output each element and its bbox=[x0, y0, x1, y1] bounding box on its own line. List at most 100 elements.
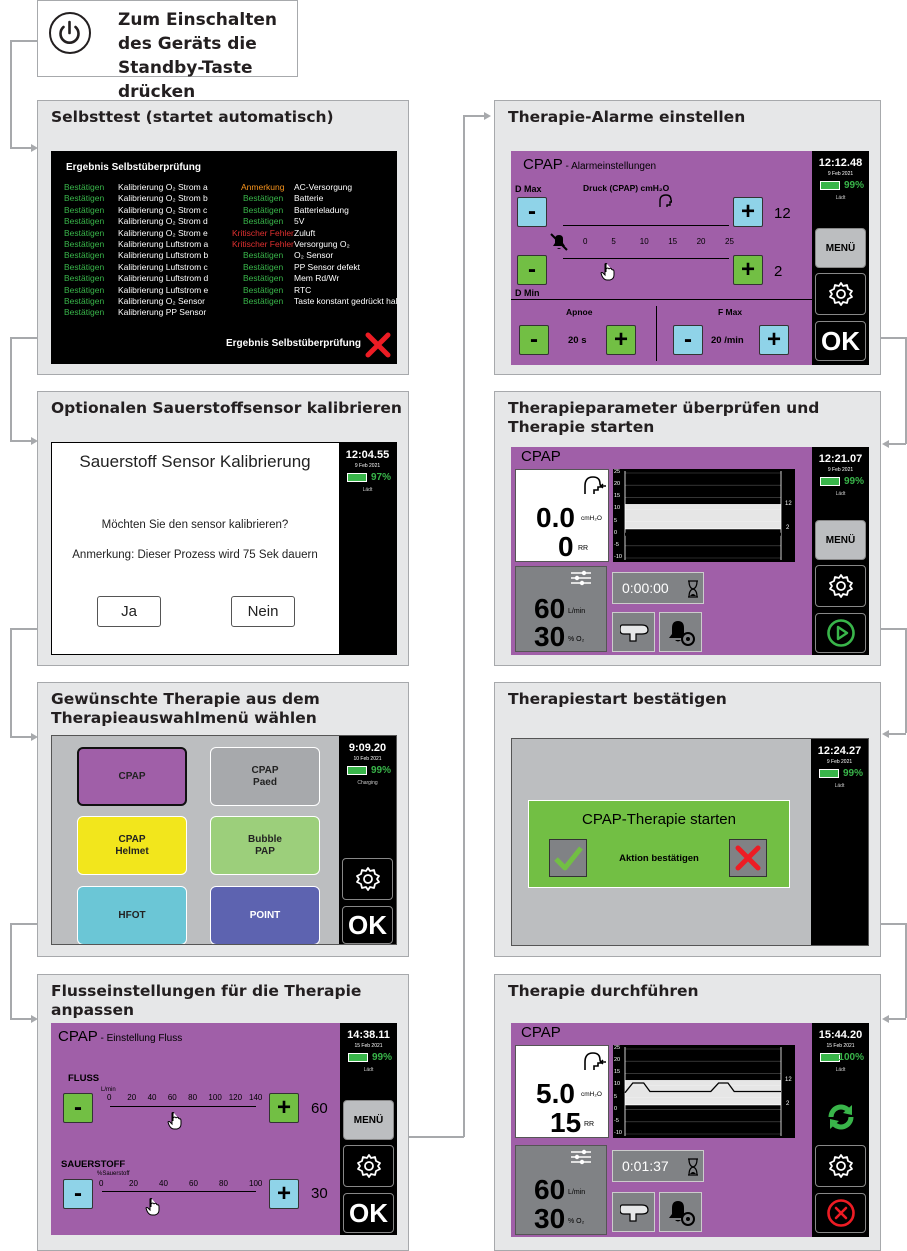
pressure-label: Druck (CPAP) cmH₂O bbox=[583, 183, 670, 193]
rr-unit: RR bbox=[584, 1121, 595, 1128]
date: 15 Feb 2021 bbox=[354, 1043, 383, 1049]
tick-label: 0 bbox=[583, 237, 588, 246]
settings-button[interactable] bbox=[342, 858, 393, 900]
menu-button[interactable]: MENÜ bbox=[343, 1100, 394, 1140]
oxygen-tick-labels: 0 20 40 60 80 100 bbox=[99, 1179, 263, 1189]
connector bbox=[905, 628, 907, 733]
dmax-increase-button[interactable]: + bbox=[733, 197, 763, 227]
settings-button[interactable] bbox=[343, 1145, 394, 1187]
refresh-button[interactable] bbox=[815, 1096, 866, 1138]
mask-button[interactable] bbox=[612, 1192, 655, 1232]
settings-button[interactable] bbox=[815, 565, 866, 607]
y-tick-label: -5 bbox=[614, 541, 619, 548]
fail-x-icon[interactable] bbox=[365, 332, 391, 358]
apnoe-increase-button[interactable]: + bbox=[606, 325, 636, 355]
o2-value: 30 bbox=[534, 1203, 566, 1234]
fmax-increase-button[interactable]: + bbox=[759, 325, 789, 355]
selftest-status: Bestätigen bbox=[64, 239, 105, 249]
calibration-title: Sauerstoff Sensor Kalibrierung bbox=[79, 452, 311, 471]
therapy-hfot-button[interactable]: HFOT bbox=[77, 886, 187, 944]
therapy-cpap-helmet-button[interactable]: CPAP Helmet bbox=[77, 816, 187, 875]
panel-title: Therapieparameter überprüfen und Therapie… bbox=[508, 399, 820, 436]
oxygen-slider[interactable]: 0 20 40 60 80 100 bbox=[99, 1179, 263, 1216]
flow-settings-screen: CPAP - Einstellung Fluss FLUSS L/min - 0… bbox=[51, 1023, 397, 1235]
y-tick-label: 15 bbox=[614, 1069, 621, 1076]
flow-decrease-button[interactable]: - bbox=[63, 1093, 93, 1123]
charging-status: Lädt bbox=[835, 491, 846, 497]
start-therapy-button[interactable] bbox=[815, 613, 866, 653]
battery-icon bbox=[347, 473, 367, 482]
no-button[interactable]: Nein bbox=[231, 596, 295, 627]
therapy-cpap-button[interactable]: CPAP bbox=[77, 747, 187, 806]
battery-icon bbox=[819, 769, 839, 778]
tick-label: 20 bbox=[129, 1179, 138, 1188]
charging-status: Charging bbox=[357, 780, 378, 786]
date: 9 Feb 2021 bbox=[354, 463, 381, 469]
flow-slider[interactable]: 0 20 40 60 80 100 120 140 bbox=[107, 1093, 262, 1130]
oxygen-unit: %Sauerstoff bbox=[97, 1171, 130, 1177]
selftest-item: 5V bbox=[294, 216, 305, 227]
menu-button[interactable]: MENÜ bbox=[815, 228, 866, 268]
connector bbox=[10, 628, 37, 630]
selftest-item: RTC bbox=[294, 284, 312, 295]
oxygen-decrease-button[interactable]: - bbox=[63, 1179, 93, 1209]
settings-button[interactable] bbox=[815, 1145, 866, 1187]
apnoe-decrease-button[interactable]: - bbox=[519, 325, 549, 355]
ok-button[interactable]: OK bbox=[342, 906, 393, 944]
calibration-note: Anmerkung: Dieser Prozess wird 75 Sek da… bbox=[72, 549, 318, 561]
dmin-decrease-button[interactable]: - bbox=[517, 255, 547, 285]
gear-icon bbox=[828, 574, 853, 598]
selftest-item: Taste konstant gedrückt halten bbox=[294, 296, 397, 306]
yes-button[interactable]: Ja bbox=[97, 596, 161, 627]
tick-label: 100 bbox=[249, 1179, 263, 1188]
flow-increase-button[interactable]: + bbox=[269, 1093, 299, 1123]
pressure-box: 5.0 cmH₂O 15 RR bbox=[515, 1045, 609, 1138]
selftest-status: Bestätigen bbox=[64, 227, 105, 238]
screen-title: CPAP - Alarmeinstellungen bbox=[523, 156, 657, 173]
graph-canvas bbox=[624, 471, 782, 560]
therapy-cpap-paed-button[interactable]: CPAP Paed bbox=[210, 747, 320, 806]
arrow bbox=[882, 1015, 889, 1023]
therapy-point-button[interactable]: POINT bbox=[210, 886, 320, 944]
selftest-status: Bestätigen bbox=[64, 182, 105, 192]
settings-button[interactable] bbox=[815, 273, 866, 315]
screen-title: CPAP - Einstellung Fluss bbox=[58, 1028, 183, 1045]
o2-unit: % O₂ bbox=[568, 636, 585, 643]
charging-status: Lädt bbox=[835, 1067, 846, 1073]
confirm-cancel-button[interactable] bbox=[729, 839, 767, 877]
y-tick-label: 0 bbox=[614, 529, 618, 536]
dmax-decrease-button[interactable]: - bbox=[517, 197, 547, 227]
tick-label: 120 bbox=[228, 1093, 243, 1102]
gear-icon bbox=[828, 1154, 853, 1178]
ok-button[interactable]: OK bbox=[815, 321, 866, 361]
fmax-label: F Max bbox=[718, 307, 743, 317]
therapy-bubble-pap-button[interactable]: Bubble PAP bbox=[210, 816, 320, 875]
fmax-decrease-button[interactable]: - bbox=[673, 325, 703, 355]
battery-percent: 99% bbox=[843, 476, 864, 487]
menu-button[interactable]: MENÜ bbox=[815, 520, 866, 560]
selftest-status: Bestätigen bbox=[243, 250, 284, 261]
alarm-settings-button[interactable] bbox=[659, 1192, 702, 1232]
tick-label: 25 bbox=[725, 237, 734, 246]
oxygen-increase-button[interactable]: + bbox=[269, 1179, 299, 1209]
panel-confirm-start: Therapiestart bestätigen CPAP-Therapie s… bbox=[494, 682, 881, 957]
alarm-settings-screen: CPAP - Alarmeinstellungen Druck (CPAP) c… bbox=[511, 151, 869, 365]
selftest-status: Bestätigen bbox=[64, 296, 105, 306]
alarm-band bbox=[625, 504, 781, 529]
hand-pointer-icon bbox=[145, 1198, 160, 1216]
dmin-increase-button[interactable]: + bbox=[733, 255, 763, 285]
selftest-item: Kalibrierung Luftstrom c bbox=[118, 261, 208, 272]
selftest-status: Bestätigen bbox=[243, 261, 284, 272]
panel-alarm-settings: Therapie-Alarme einstellen CPAP - Alarme… bbox=[494, 100, 881, 375]
dmin-label: D Min bbox=[515, 288, 540, 298]
charging-status: Lädt bbox=[363, 1067, 374, 1073]
mask-button[interactable] bbox=[612, 612, 655, 652]
ok-button[interactable]: OK bbox=[343, 1193, 394, 1233]
battery-icon bbox=[820, 477, 840, 486]
y-tick-label: -10 bbox=[614, 1130, 622, 1136]
alarm-settings-button[interactable] bbox=[659, 612, 702, 652]
tick-label: 15 bbox=[668, 237, 678, 246]
dmin-value: 2 bbox=[774, 263, 783, 280]
connector bbox=[10, 337, 37, 339]
stop-therapy-button[interactable] bbox=[815, 1193, 866, 1233]
